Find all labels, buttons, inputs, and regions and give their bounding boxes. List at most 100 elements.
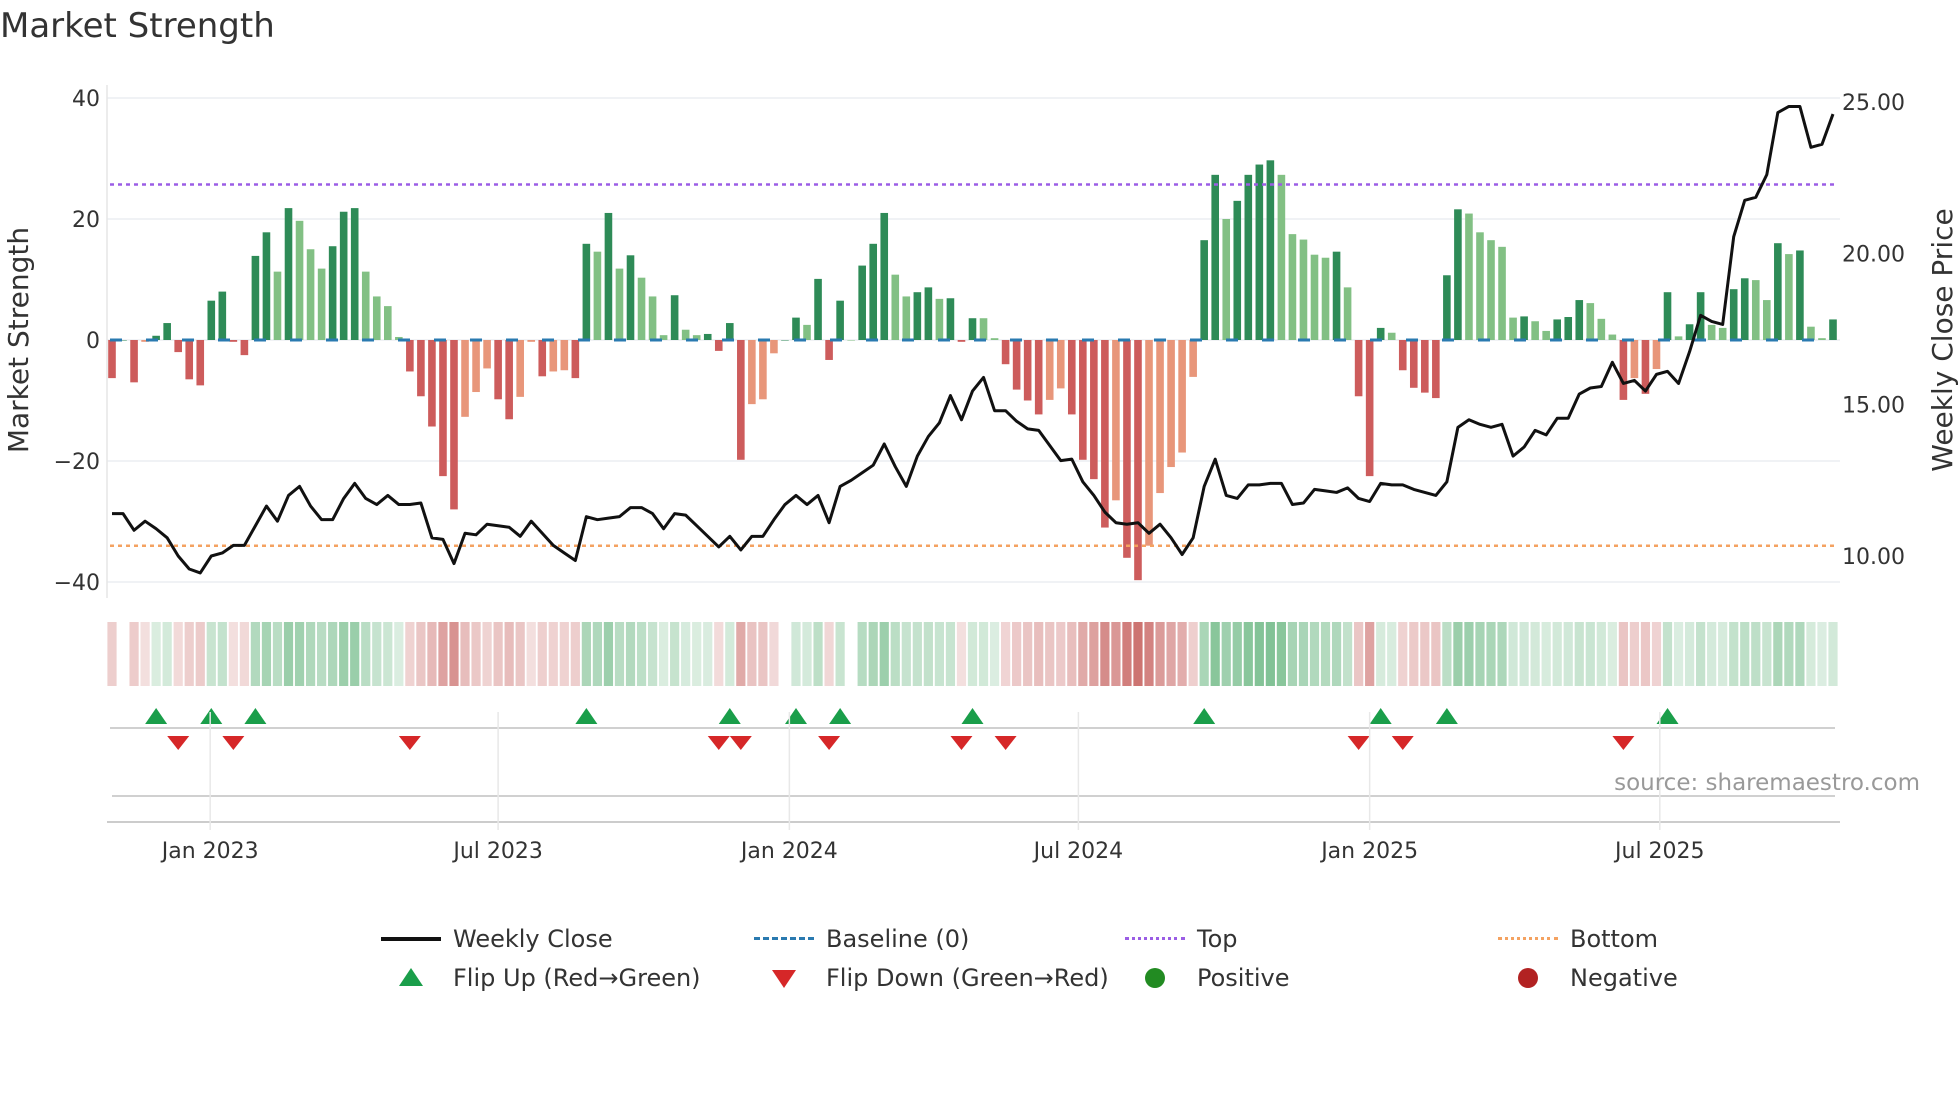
heat-cell: [1111, 622, 1121, 686]
strength-bar: [1145, 340, 1153, 546]
strength-bar: [527, 340, 536, 342]
heat-cell: [416, 622, 426, 686]
heat-cell: [1078, 622, 1088, 686]
strength-bar: [1652, 340, 1661, 370]
heat-cell: [692, 622, 702, 686]
strength-bar: [1354, 340, 1363, 397]
heat-cell: [912, 622, 922, 686]
heat-cell: [581, 622, 591, 686]
heat-cell: [1188, 622, 1198, 686]
heat-cell: [107, 622, 117, 686]
heat-cell: [989, 622, 1000, 686]
strength-bar: [1387, 332, 1396, 340]
heat-cell: [1596, 622, 1606, 686]
heat-cell: [394, 622, 404, 686]
strength-bar: [483, 340, 491, 369]
heat-cell: [1464, 622, 1474, 686]
strength-bar: [1200, 240, 1208, 340]
heat-cell: [1773, 622, 1783, 686]
heat-cell: [1707, 622, 1717, 686]
legend-bottom: Bottom: [1498, 925, 1658, 953]
strength-bar: [1818, 338, 1826, 340]
flip-down-marker: [729, 736, 752, 750]
heat-cell: [647, 622, 658, 686]
legend-label: Negative: [1570, 964, 1678, 992]
strength-bar: [1575, 300, 1584, 340]
strength-bar: [748, 340, 756, 405]
x-tick-label: Jul 2023: [451, 839, 543, 864]
heat-cell: [1828, 622, 1838, 686]
strength-bar: [902, 296, 911, 340]
strength-bar: [1751, 280, 1760, 340]
strength-bar: [1012, 340, 1021, 390]
strength-bar: [1156, 340, 1164, 494]
heat-cell: [1265, 622, 1275, 686]
y2-tick-label: 10.00: [1842, 545, 1905, 570]
heat-cell: [1762, 622, 1772, 686]
heat-cell: [1144, 622, 1154, 686]
heat-cell: [383, 622, 393, 686]
heat-cell: [1486, 622, 1496, 686]
legend-label: Weekly Close: [453, 925, 613, 953]
strength-bar: [1034, 340, 1043, 415]
strength-bar: [1079, 340, 1087, 460]
strength-bar: [681, 329, 690, 340]
heat-cell: [670, 622, 680, 686]
strength-bar: [626, 255, 635, 340]
heat-cell: [228, 622, 238, 686]
heat-cell: [372, 622, 382, 686]
y2-tick-label: 15.00: [1842, 394, 1905, 419]
heat-cell: [868, 622, 878, 686]
heat-cell: [173, 622, 183, 686]
heat-cell: [1276, 622, 1286, 686]
strength-bar: [990, 338, 999, 340]
strength-bar: [571, 340, 580, 379]
heat-cell: [184, 622, 194, 686]
heat-cell: [1552, 622, 1562, 686]
heat-cell: [1166, 622, 1176, 686]
strength-bar: [1465, 213, 1473, 340]
heat-cell: [1376, 622, 1386, 686]
strength-bar: [1045, 340, 1054, 400]
source-label: source: sharemaestro.com: [1614, 770, 1920, 796]
strength-bar: [803, 324, 811, 340]
flip-up-marker: [784, 708, 807, 724]
strength-bar: [1542, 330, 1550, 340]
strength-bar: [196, 340, 205, 386]
heat-cell: [1629, 622, 1640, 686]
strength-bar: [218, 291, 227, 340]
triangle-down-icon: [754, 966, 814, 990]
strength-bar: [725, 323, 734, 340]
heat-cell: [1254, 622, 1264, 686]
heat-cell: [548, 622, 558, 686]
flip-up-marker: [1435, 708, 1458, 724]
heat-cell: [1122, 622, 1132, 686]
strength-bar: [1421, 340, 1429, 393]
legend-label: Flip Up (Red→Green): [453, 964, 701, 992]
flip-down-marker: [222, 736, 245, 750]
heat-cell: [1806, 622, 1816, 686]
strength-bar: [880, 212, 889, 340]
circle-green-icon: [1125, 966, 1185, 990]
strength-bar: [946, 298, 955, 340]
strength-bar: [494, 340, 502, 400]
heat-cell: [813, 622, 823, 686]
flip-up-marker: [200, 708, 223, 724]
x-tick-label: Jan 2023: [160, 839, 259, 864]
heat-cell: [1519, 622, 1529, 686]
y2-axis-title: Weekly Close Price: [1926, 208, 1959, 471]
heat-cell: [857, 622, 867, 686]
strength-bar: [781, 340, 789, 341]
strength-bar: [593, 251, 602, 340]
flip-up-marker: [1193, 708, 1216, 724]
y2-tick-label: 25.00: [1842, 91, 1905, 116]
heat-cell: [1662, 622, 1673, 686]
strength-bar: [1178, 340, 1186, 453]
y-tick-label: 0: [86, 329, 100, 354]
heat-cell: [1431, 622, 1441, 686]
strength-bar: [384, 306, 392, 340]
strength-bar: [174, 340, 182, 353]
strength-bar: [229, 340, 238, 342]
heat-cell: [438, 622, 448, 686]
flip-down-marker: [398, 736, 421, 750]
